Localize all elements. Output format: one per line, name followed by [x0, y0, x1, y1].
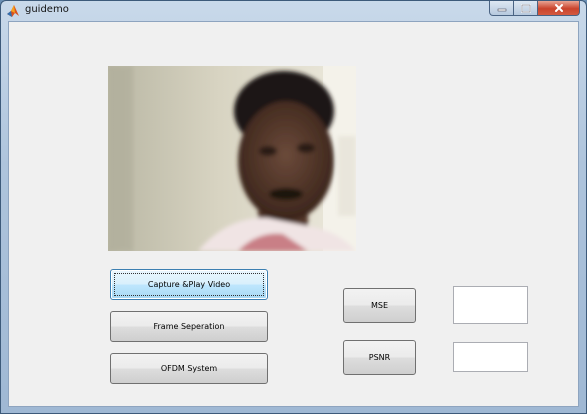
- minimize-icon: [497, 8, 506, 12]
- window-title: guidemo: [25, 4, 69, 15]
- mse-button[interactable]: MSE: [343, 288, 416, 323]
- close-button[interactable]: [538, 1, 580, 16]
- capture-play-video-button[interactable]: Capture &Play Video: [110, 269, 268, 300]
- matlab-icon: [7, 5, 19, 17]
- ofdm-system-button[interactable]: OFDM System: [110, 353, 268, 384]
- app-window: guidemo Capture &Play Video Frame Sepera…: [0, 0, 587, 414]
- figure-panel: Capture &Play Video Frame Seperation OFD…: [8, 21, 579, 407]
- window-controls: [489, 1, 580, 17]
- maximize-button[interactable]: [514, 1, 538, 16]
- title-bar[interactable]: guidemo: [1, 1, 586, 21]
- frame-seperation-button[interactable]: Frame Seperation: [110, 311, 268, 342]
- maximize-icon: [520, 3, 531, 13]
- video-preview: [108, 66, 356, 251]
- psnr-button[interactable]: PSNR: [343, 340, 416, 375]
- psnr-value-field[interactable]: [453, 342, 528, 372]
- mse-value-field[interactable]: [453, 286, 528, 324]
- minimize-button[interactable]: [489, 1, 514, 16]
- close-icon: [554, 4, 563, 12]
